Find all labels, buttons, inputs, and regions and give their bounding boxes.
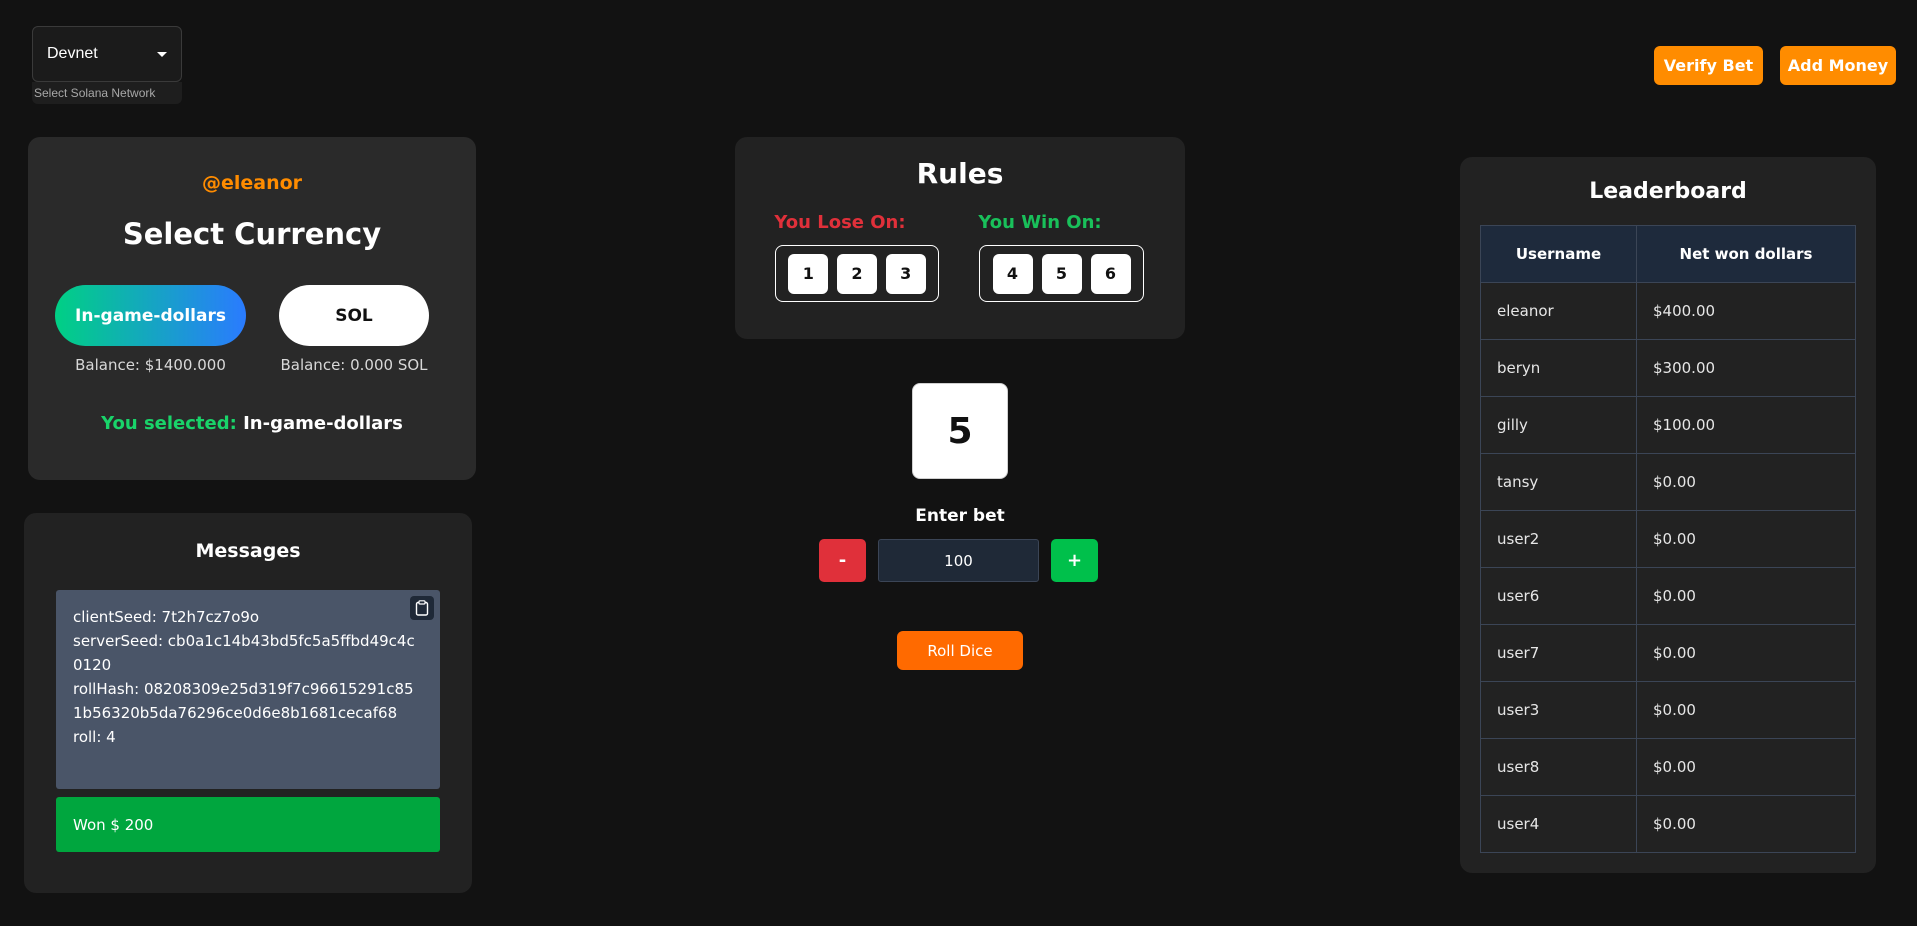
username-cell: gilly	[1480, 396, 1637, 454]
leaderboard-title: Leaderboard	[1589, 179, 1747, 204]
leaderboard-table: Username Net won dollars eleanor $400.00 …	[1480, 225, 1856, 853]
enter-bet-label: Enter bet	[915, 506, 1005, 526]
dice-result: 5	[912, 383, 1008, 479]
add-money-button[interactable]: Add Money	[1780, 46, 1896, 85]
username-cell: user2	[1480, 510, 1637, 568]
result-message: Won $ 200	[56, 797, 440, 852]
username-cell: user6	[1480, 567, 1637, 625]
server-seed-line: serverSeed: cb0a1c14b43bd5fc5a5ffbd49c4c…	[73, 632, 415, 674]
username-cell: eleanor	[1480, 282, 1637, 340]
table-row: beryn $300.00	[1480, 339, 1856, 397]
message-log: clientSeed: 7t2h7cz7o9o serverSeed: cb0a…	[56, 590, 440, 789]
win-die: 6	[1090, 253, 1131, 294]
username-cell: user7	[1480, 624, 1637, 682]
table-row: tansy $0.00	[1480, 453, 1856, 511]
table-header-row: Username Net won dollars	[1480, 225, 1856, 283]
amount-cell: $400.00	[1636, 282, 1856, 340]
amount-cell: $0.00	[1636, 567, 1856, 625]
username-cell: user4	[1480, 795, 1637, 853]
column-header: Username	[1480, 225, 1637, 283]
selected-value: In-game-dollars	[243, 413, 403, 434]
sol-balance: Balance: 0.000 SOL	[280, 356, 428, 374]
leaderboard-card: Leaderboard Username Net won dollars ele…	[1460, 157, 1876, 873]
network-selected-value: Devnet	[47, 45, 98, 62]
win-die: 5	[1041, 253, 1082, 294]
increase-bet-button[interactable]: +	[1051, 539, 1098, 582]
username-cell: user3	[1480, 681, 1637, 739]
table-row: user2 $0.00	[1480, 510, 1856, 568]
roll-dice-button[interactable]: Roll Dice	[897, 631, 1023, 670]
username-cell: tansy	[1480, 453, 1637, 511]
caret-down-icon	[157, 51, 167, 57]
lose-label: You Lose On:	[774, 212, 906, 233]
column-header: Net won dollars	[1636, 225, 1856, 283]
amount-cell: $0.00	[1636, 453, 1856, 511]
messages-title: Messages	[195, 540, 301, 562]
win-numbers: 4 5 6	[979, 245, 1144, 302]
client-seed-line: clientSeed: 7t2h7cz7o9o	[73, 608, 260, 626]
select-currency-title: Select Currency	[122, 217, 382, 251]
amount-cell: $0.00	[1636, 510, 1856, 568]
lose-numbers: 1 2 3	[775, 245, 939, 302]
selected-label: You selected:	[101, 413, 237, 434]
currency-card: @eleanor Select Currency In-game-dollars…	[28, 137, 476, 480]
table-row: user7 $0.00	[1480, 624, 1856, 682]
amount-cell: $0.00	[1636, 795, 1856, 853]
sol-button[interactable]: SOL	[279, 285, 429, 346]
win-label: You Win On:	[978, 212, 1102, 233]
table-row: user3 $0.00	[1480, 681, 1856, 739]
username-cell: user8	[1480, 738, 1637, 796]
table-row: eleanor $400.00	[1480, 282, 1856, 340]
network-select[interactable]: Devnet	[32, 26, 182, 82]
rules-title: Rules	[916, 157, 1004, 190]
table-row: user6 $0.00	[1480, 567, 1856, 625]
win-die: 4	[992, 253, 1033, 294]
username: @eleanor	[201, 172, 303, 194]
lose-die: 2	[836, 253, 877, 294]
network-helper-text: Select Solana Network	[32, 82, 182, 104]
table-row: user4 $0.00	[1480, 795, 1856, 853]
roll-line: roll: 4	[73, 728, 116, 746]
messages-card: Messages clientSeed: 7t2h7cz7o9o serverS…	[24, 513, 472, 893]
table-row: gilly $100.00	[1480, 396, 1856, 454]
roll-hash-line: rollHash: 08208309e25d319f7c96615291c851…	[73, 680, 414, 722]
username-cell: beryn	[1480, 339, 1637, 397]
rules-card: Rules You Lose On: You Win On: 1 2 3 4 5…	[735, 137, 1185, 339]
amount-cell: $0.00	[1636, 624, 1856, 682]
amount-cell: $0.00	[1636, 681, 1856, 739]
verify-bet-button[interactable]: Verify Bet	[1654, 46, 1763, 85]
bet-input[interactable]	[878, 539, 1039, 582]
lose-die: 1	[788, 253, 829, 294]
amount-cell: $100.00	[1636, 396, 1856, 454]
igd-balance: Balance: $1400.000	[75, 356, 226, 374]
clipboard-icon[interactable]	[410, 596, 434, 620]
lose-die: 3	[885, 253, 926, 294]
in-game-dollars-button[interactable]: In-game-dollars	[55, 285, 246, 346]
selected-currency: You selected: In-game-dollars	[28, 413, 476, 434]
amount-cell: $0.00	[1636, 738, 1856, 796]
network-selector: Devnet Select Solana Network	[32, 26, 182, 104]
table-row: user8 $0.00	[1480, 738, 1856, 796]
amount-cell: $300.00	[1636, 339, 1856, 397]
decrease-bet-button[interactable]: -	[819, 539, 866, 582]
